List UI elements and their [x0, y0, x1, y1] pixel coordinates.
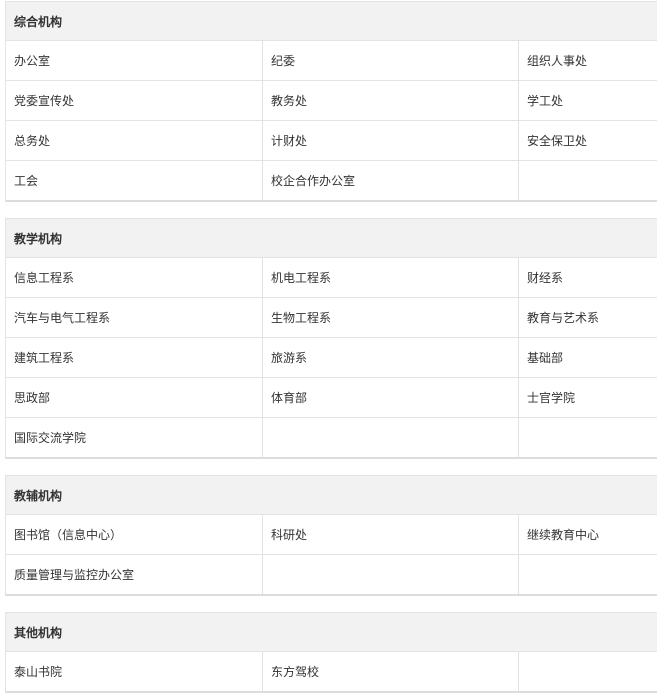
org-link-academic-affairs[interactable]: 教务处 [262, 80, 518, 120]
org-link-tourism[interactable]: 旅游系 [262, 337, 518, 377]
org-link-research[interactable]: 科研处 [262, 514, 518, 554]
org-link-physical-education[interactable]: 体育部 [262, 377, 518, 417]
section-title: 教辅机构 [6, 476, 657, 514]
org-link-nco-college[interactable]: 士官学院 [518, 377, 657, 417]
section-grid: 泰山书院 东方驾校 [6, 651, 657, 691]
org-link-student-affairs[interactable]: 学工处 [518, 80, 657, 120]
org-link-union[interactable]: 工会 [6, 160, 262, 200]
section-grid: 信息工程系 机电工程系 财经系 汽车与电气工程系 生物工程系 教育与艺术系 建筑… [6, 257, 657, 457]
empty-cell [262, 417, 518, 457]
org-link-continuing-education[interactable]: 继续教育中心 [518, 514, 657, 554]
section-other: 其他机构 泰山书院 东方驾校 [5, 612, 657, 693]
section-title: 教学机构 [6, 219, 657, 257]
org-link-ideology-politics[interactable]: 思政部 [6, 377, 262, 417]
section-grid: 办公室 纪委 组织人事处 党委宣传处 教务处 学工处 总务处 计财处 安全保卫处… [6, 40, 657, 200]
section-grid: 图书馆（信息中心） 科研处 继续教育中心 质量管理与监控办公室 [6, 514, 657, 594]
empty-cell [518, 554, 657, 594]
empty-cell [518, 160, 657, 200]
org-link-info-engineering[interactable]: 信息工程系 [6, 257, 262, 297]
section-title: 综合机构 [6, 2, 657, 40]
section-title: 其他机构 [6, 613, 657, 651]
org-link-personnel[interactable]: 组织人事处 [518, 40, 657, 80]
org-link-discipline-committee[interactable]: 纪委 [262, 40, 518, 80]
org-link-international-exchange[interactable]: 国际交流学院 [6, 417, 262, 457]
empty-cell [518, 651, 657, 691]
org-link-library[interactable]: 图书馆（信息中心） [6, 514, 262, 554]
org-link-automotive-electrical[interactable]: 汽车与电气工程系 [6, 297, 262, 337]
org-link-general-affairs[interactable]: 总务处 [6, 120, 262, 160]
org-link-taishan-academy[interactable]: 泰山书院 [6, 651, 262, 691]
org-link-finance-economics[interactable]: 财经系 [518, 257, 657, 297]
org-link-security[interactable]: 安全保卫处 [518, 120, 657, 160]
section-teaching: 教学机构 信息工程系 机电工程系 财经系 汽车与电气工程系 生物工程系 教育与艺… [5, 218, 657, 459]
org-link-foundation-dept[interactable]: 基础部 [518, 337, 657, 377]
section-general: 综合机构 办公室 纪委 组织人事处 党委宣传处 教务处 学工处 总务处 计财处 … [5, 1, 657, 202]
org-link-quality-management[interactable]: 质量管理与监控办公室 [6, 554, 262, 594]
empty-cell [262, 554, 518, 594]
org-directory: 综合机构 办公室 纪委 组织人事处 党委宣传处 教务处 学工处 总务处 计财处 … [5, 1, 657, 693]
section-auxiliary: 教辅机构 图书馆（信息中心） 科研处 继续教育中心 质量管理与监控办公室 [5, 475, 657, 596]
org-link-bioengineering[interactable]: 生物工程系 [262, 297, 518, 337]
org-link-driving-school[interactable]: 东方驾校 [262, 651, 518, 691]
org-link-publicity[interactable]: 党委宣传处 [6, 80, 262, 120]
org-link-education-arts[interactable]: 教育与艺术系 [518, 297, 657, 337]
org-link-mechatronics[interactable]: 机电工程系 [262, 257, 518, 297]
empty-cell [518, 417, 657, 457]
org-link-civil-engineering[interactable]: 建筑工程系 [6, 337, 262, 377]
org-link-finance[interactable]: 计财处 [262, 120, 518, 160]
org-link-industry-cooperation[interactable]: 校企合作办公室 [262, 160, 518, 200]
org-link-office[interactable]: 办公室 [6, 40, 262, 80]
